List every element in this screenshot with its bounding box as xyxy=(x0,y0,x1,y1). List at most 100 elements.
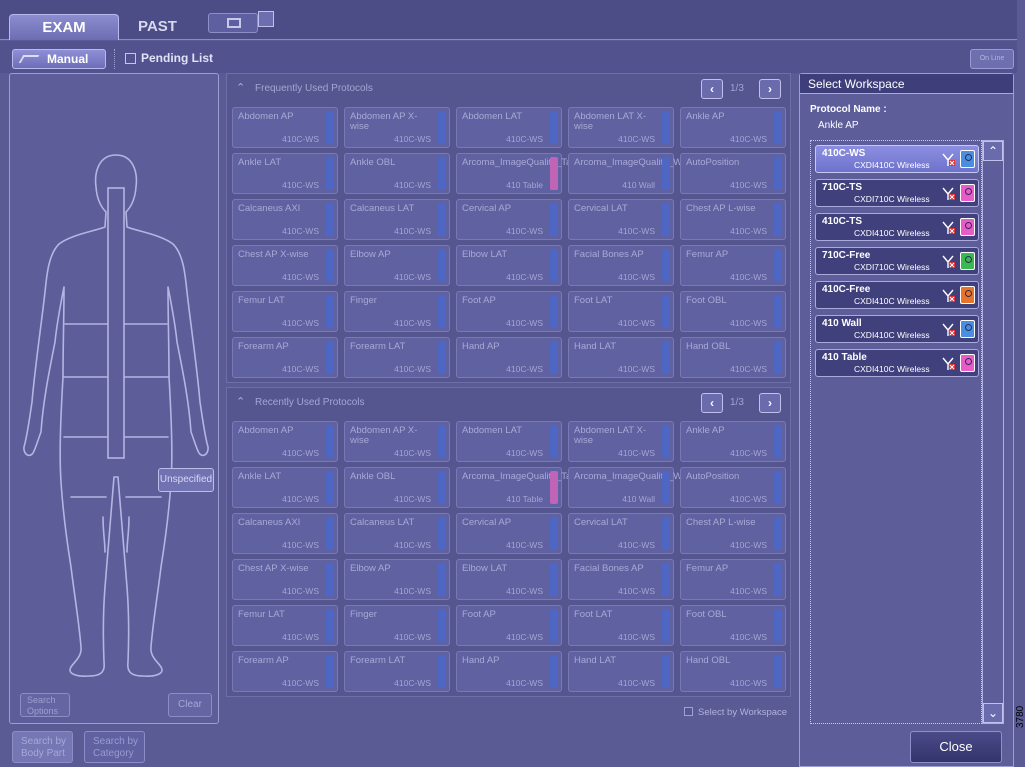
next-page-button[interactable]: › xyxy=(759,79,781,99)
protocol-button[interactable]: Ankle OBL 410C-WS xyxy=(344,153,450,194)
body-figure[interactable] xyxy=(19,132,214,692)
tab-past[interactable]: PAST xyxy=(105,14,210,40)
collapse-chevron-icon[interactable]: ⌃ xyxy=(236,81,245,94)
protocol-button[interactable]: Cervical AP 410C-WS xyxy=(456,199,562,240)
protocol-name: Cervical LAT xyxy=(574,517,628,528)
protocol-button[interactable]: Arcoma_ImageQuality_Wall 410 Wall xyxy=(568,153,691,194)
protocol-button[interactable]: Hand OBL 410C-WS xyxy=(680,651,786,692)
search-options-button[interactable]: Search Options xyxy=(20,693,70,717)
workspace-color-bar xyxy=(326,471,334,504)
protocol-button[interactable]: Femur LAT 410C-WS xyxy=(232,291,338,332)
protocol-workspace: 410C-WS xyxy=(394,364,431,374)
workspace-detector: CXDI410C Wireless xyxy=(854,228,930,238)
protocol-button[interactable]: Femur AP 410C-WS xyxy=(680,559,786,600)
protocol-button[interactable]: Abdomen AP X-wise 410C-WS xyxy=(344,107,450,148)
prev-page-button[interactable]: ‹ xyxy=(701,79,723,99)
protocol-workspace: 410C-WS xyxy=(282,318,319,328)
protocol-button[interactable]: Elbow AP 410C-WS xyxy=(344,559,450,600)
search-by-body-part-button[interactable]: Search by Body Part xyxy=(12,731,73,763)
pending-list-button[interactable]: Pending List xyxy=(114,49,214,69)
protocol-button[interactable]: Foot AP 410C-WS xyxy=(456,291,562,332)
protocol-button[interactable]: Finger 410C-WS xyxy=(344,605,450,646)
select-by-workspace-checkbox[interactable]: Select by Workspace xyxy=(684,707,787,718)
protocol-button[interactable]: Abdomen LAT X-wise 410C-WS xyxy=(568,421,674,462)
next-page-button[interactable]: › xyxy=(759,393,781,413)
protocol-button[interactable]: Ankle LAT 410C-WS xyxy=(232,467,338,508)
clear-button[interactable]: Clear xyxy=(168,693,212,717)
protocol-button[interactable]: Arcoma_ImageQuality_Wall 410 Wall xyxy=(568,467,691,508)
protocol-button[interactable]: AutoPosition 410C-WS xyxy=(680,467,786,508)
protocol-button[interactable]: Foot LAT 410C-WS xyxy=(568,291,674,332)
protocol-button[interactable]: Forearm LAT 410C-WS xyxy=(344,651,450,692)
protocol-button[interactable]: Abdomen AP 410C-WS xyxy=(232,107,338,148)
protocol-button[interactable]: Foot LAT 410C-WS xyxy=(568,605,674,646)
manual-button[interactable]: Manual xyxy=(12,49,106,69)
workspace-item[interactable]: 410C-Free CXDI410C Wireless xyxy=(815,281,979,309)
scroll-down-button[interactable]: ⌄ xyxy=(983,703,1003,723)
workspace-item[interactable]: 710C-Free CXDI710C Wireless xyxy=(815,247,979,275)
workspace-item[interactable]: 410C-TS CXDI410C Wireless xyxy=(815,213,979,241)
workspace-item[interactable]: 710C-TS CXDI710C Wireless xyxy=(815,179,979,207)
workspace-item[interactable]: 410 Wall CXDI410C Wireless xyxy=(815,315,979,343)
protocol-button[interactable]: Chest AP X-wise 410C-WS xyxy=(232,559,338,600)
protocol-button[interactable]: Elbow LAT 410C-WS xyxy=(456,245,562,286)
protocol-button[interactable]: Chest AP L-wise 410C-WS xyxy=(680,513,786,554)
protocol-button[interactable]: Ankle AP 410C-WS xyxy=(680,107,786,148)
collapse-chevron-icon[interactable]: ⌃ xyxy=(236,395,245,408)
protocol-button[interactable]: Hand AP 410C-WS xyxy=(456,651,562,692)
search-by-category-button[interactable]: Search by Category xyxy=(84,731,145,763)
protocol-button[interactable]: Calcaneus LAT 410C-WS xyxy=(344,199,450,240)
close-button[interactable]: Close xyxy=(910,731,1002,763)
protocol-button[interactable]: Hand OBL 410C-WS xyxy=(680,337,786,378)
protocol-button[interactable]: Chest AP X-wise 410C-WS xyxy=(232,245,338,286)
protocol-button[interactable]: Foot OBL 410C-WS xyxy=(680,605,786,646)
protocol-button[interactable]: Forearm LAT 410C-WS xyxy=(344,337,450,378)
protocol-button[interactable]: Forearm AP 410C-WS xyxy=(232,651,338,692)
protocol-button[interactable]: Abdomen AP X-wise 410C-WS xyxy=(344,421,450,462)
protocol-button[interactable]: Femur AP 410C-WS xyxy=(680,245,786,286)
tab-exam[interactable]: EXAM xyxy=(9,14,119,40)
protocol-name: Foot AP xyxy=(462,609,496,620)
protocol-button[interactable]: Foot OBL 410C-WS xyxy=(680,291,786,332)
protocol-button[interactable]: Abdomen LAT 410C-WS xyxy=(456,421,562,462)
protocol-button[interactable]: Arcoma_ImageQuality_Table 410 Table xyxy=(456,467,584,508)
protocol-button[interactable]: Elbow LAT 410C-WS xyxy=(456,559,562,600)
online-button[interactable]: On Line xyxy=(970,49,1014,69)
protocol-button[interactable]: Cervical LAT 410C-WS xyxy=(568,513,674,554)
unspecified-button[interactable]: Unspecified xyxy=(158,468,214,492)
workspace-item[interactable]: 410 Table CXDI410C Wireless xyxy=(815,349,979,377)
image-view-icon[interactable] xyxy=(258,11,274,27)
scroll-up-button[interactable]: ⌃ xyxy=(983,141,1003,161)
layout-toggle-button[interactable] xyxy=(208,13,258,33)
protocol-button[interactable]: Abdomen LAT X-wise 410C-WS xyxy=(568,107,674,148)
protocol-button[interactable]: Arcoma_ImageQuality_Table 410 Table xyxy=(456,153,584,194)
protocol-workspace: 410 Table xyxy=(506,494,543,504)
protocol-button[interactable]: Cervical AP 410C-WS xyxy=(456,513,562,554)
protocol-button[interactable]: Forearm AP 410C-WS xyxy=(232,337,338,378)
checkbox-icon[interactable] xyxy=(684,707,693,716)
protocol-button[interactable]: Calcaneus AXI 410C-WS xyxy=(232,513,338,554)
protocol-button[interactable]: Cervical LAT 410C-WS xyxy=(568,199,674,240)
protocol-button[interactable]: Ankle LAT 410C-WS xyxy=(232,153,338,194)
protocol-button[interactable]: Hand LAT 410C-WS xyxy=(568,337,674,378)
prev-page-button[interactable]: ‹ xyxy=(701,393,723,413)
protocol-button[interactable]: Facial Bones AP 410C-WS xyxy=(568,245,674,286)
workspace-item[interactable]: 410C-WS CXDI410C Wireless xyxy=(815,145,979,173)
protocol-button[interactable]: Hand LAT 410C-WS xyxy=(568,651,674,692)
protocol-button[interactable]: Abdomen LAT 410C-WS xyxy=(456,107,562,148)
protocol-button[interactable]: Chest AP L-wise 410C-WS xyxy=(680,199,786,240)
protocol-button[interactable]: Ankle AP 410C-WS xyxy=(680,421,786,462)
workspace-color-bar xyxy=(438,295,446,328)
protocol-button[interactable]: Foot AP 410C-WS xyxy=(456,605,562,646)
protocol-button[interactable]: Femur LAT 410C-WS xyxy=(232,605,338,646)
protocol-button[interactable]: Calcaneus AXI 410C-WS xyxy=(232,199,338,240)
protocol-button[interactable]: Facial Bones AP 410C-WS xyxy=(568,559,674,600)
protocol-button[interactable]: Abdomen AP 410C-WS xyxy=(232,421,338,462)
protocol-button[interactable]: AutoPosition 410C-WS xyxy=(680,153,786,194)
protocol-button[interactable]: Ankle OBL 410C-WS xyxy=(344,467,450,508)
protocol-button[interactable]: Finger 410C-WS xyxy=(344,291,450,332)
protocol-button[interactable]: Elbow AP 410C-WS xyxy=(344,245,450,286)
protocol-button[interactable]: Hand AP 410C-WS xyxy=(456,337,562,378)
workspace-scrollbar[interactable]: ⌃ ⌄ xyxy=(982,140,1004,724)
protocol-button[interactable]: Calcaneus LAT 410C-WS xyxy=(344,513,450,554)
